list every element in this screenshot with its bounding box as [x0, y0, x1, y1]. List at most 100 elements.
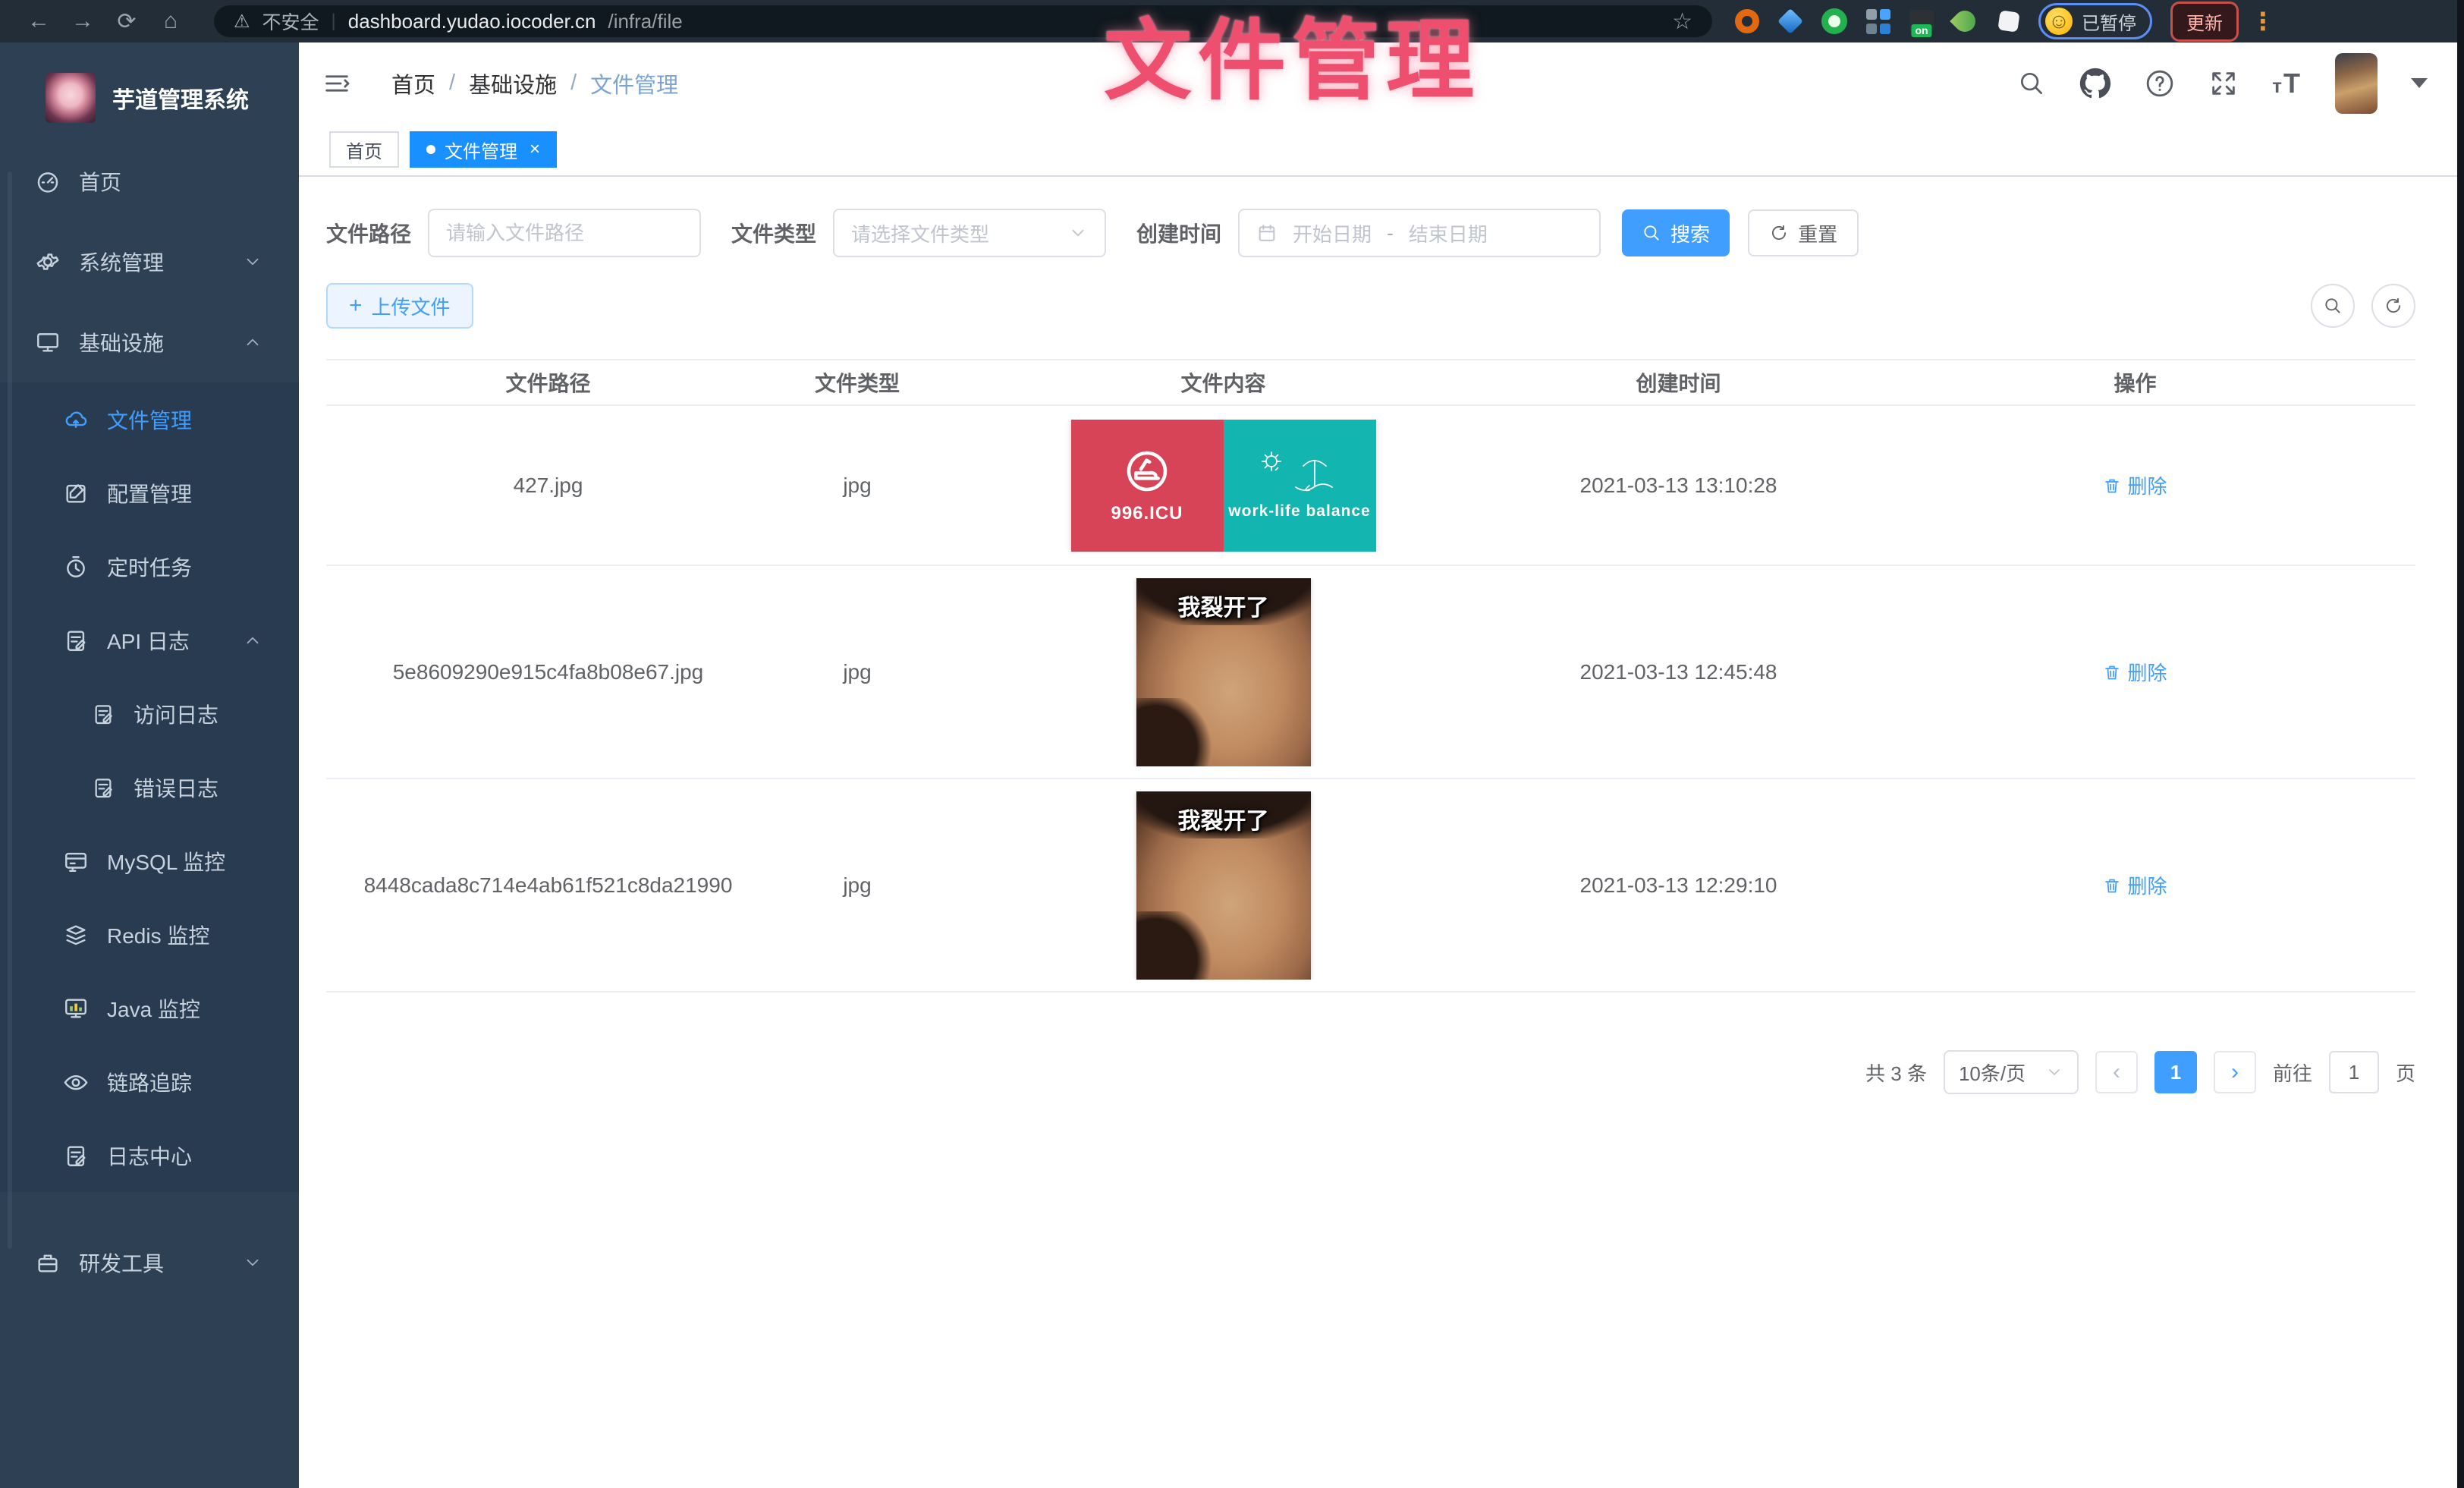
tag-label: 文件管理 — [445, 137, 517, 163]
breadcrumb-separator: / — [449, 71, 455, 96]
gear-extension-icon[interactable] — [1735, 9, 1759, 33]
sidebar-item-log-center[interactable]: 日志中心 — [0, 1118, 299, 1192]
delete-button[interactable]: 删除 — [2103, 871, 2167, 899]
banner-left: 996.ICU — [1071, 420, 1224, 552]
log-icon — [91, 775, 115, 800]
eye-icon — [63, 1069, 89, 1095]
file-preview-meme[interactable]: 我裂开了 — [1136, 578, 1311, 766]
reload-icon[interactable]: ⟳ — [105, 8, 149, 35]
sidebar-scrollbar[interactable] — [8, 171, 12, 1249]
caret-down-icon[interactable] — [2411, 78, 2428, 88]
page-unit-label: 页 — [2396, 1059, 2415, 1087]
goto-page-input[interactable] — [2329, 1051, 2379, 1093]
sidebar-item-system[interactable]: 系统管理 — [0, 222, 299, 302]
drop-extension-icon[interactable] — [1777, 8, 1803, 34]
date-label: 创建时间 — [1136, 218, 1221, 248]
meme-caption: 我裂开了 — [1136, 589, 1311, 622]
help-icon[interactable] — [2145, 68, 2175, 99]
file-preview-meme[interactable]: 我裂开了 — [1136, 791, 1311, 980]
switch-extension-icon[interactable]: on — [1909, 10, 1934, 33]
reset-button[interactable]: 重置 — [1748, 209, 1859, 256]
delete-button[interactable]: 删除 — [2103, 471, 2167, 499]
grid-extension-icon[interactable] — [1865, 8, 1891, 34]
sidebar-item-redis[interactable]: Redis 监控 — [0, 898, 299, 971]
date-range-separator: - — [1387, 222, 1394, 245]
update-button[interactable]: 更新 — [2170, 2, 2239, 42]
search-button[interactable]: 搜索 — [1622, 209, 1730, 256]
tag-home[interactable]: 首页 — [329, 131, 399, 168]
timer-icon — [63, 554, 89, 580]
sidebar-item-config[interactable]: 配置管理 — [0, 456, 299, 530]
bed-clock-icon — [1123, 447, 1171, 495]
leaf-extension-icon[interactable] — [1950, 6, 1980, 36]
refresh-table-button[interactable] — [2371, 284, 2415, 328]
font-size-icon[interactable]: тT — [2272, 68, 2302, 99]
sidebar-item-home[interactable]: 首页 — [0, 141, 299, 222]
puzzle-extension-icon[interactable] — [1997, 10, 2019, 32]
current-page-button[interactable]: 1 — [2154, 1051, 2197, 1093]
file-path-input[interactable] — [446, 222, 683, 245]
breadcrumb-home[interactable]: 首页 — [391, 68, 435, 99]
sidebar: 芋道管理系统 首页 系统管理 基础设施 — [0, 42, 299, 1488]
total-count: 共 3 条 — [1865, 1059, 1927, 1087]
upload-file-button[interactable]: + 上传文件 — [326, 283, 473, 329]
file-type-select[interactable]: 请选择文件类型 — [833, 209, 1106, 257]
col-header-path: 文件路径 — [326, 367, 770, 398]
tags-view-bar: 首页 文件管理 × — [299, 124, 2464, 177]
sidebar-item-devtools[interactable]: 研发工具 — [0, 1222, 299, 1303]
user-avatar[interactable] — [2335, 53, 2378, 114]
select-placeholder: 请选择文件类型 — [851, 219, 989, 247]
security-label[interactable]: 不安全 — [262, 8, 319, 35]
forward-icon[interactable]: → — [61, 8, 105, 34]
home-icon[interactable]: ⌂ — [149, 8, 193, 34]
page-size-select[interactable]: 10条/页 — [1944, 1050, 2079, 1094]
bookmark-star-icon[interactable]: ☆ — [1672, 8, 1692, 35]
hamburger-icon[interactable] — [322, 68, 352, 99]
app-logo[interactable]: 芋道管理系统 — [0, 42, 299, 134]
fullscreen-icon[interactable] — [2208, 68, 2239, 99]
sidebar-item-file-manage[interactable]: 文件管理 — [0, 382, 299, 456]
github-icon[interactable] — [2079, 68, 2111, 99]
sidebar-item-label: 访问日志 — [134, 699, 218, 729]
path-label: 文件路径 — [326, 218, 411, 248]
page-content: 文件路径 文件类型 请选择文件类型 创建时间 开始日期 - 结束日期 — [299, 177, 2464, 1094]
trash-icon — [2103, 477, 2121, 495]
edit-icon — [63, 480, 89, 506]
next-page-button[interactable]: › — [2214, 1051, 2256, 1093]
table-row: 8448cada8c714e4ab61f521c8da21990 jpg 我裂开… — [326, 779, 2415, 993]
top-navbar: 首页 / 基础设施 / 文件管理 тT — [299, 42, 2464, 124]
sidebar-item-infra[interactable]: 基础设施 — [0, 302, 299, 382]
sidebar-item-job[interactable]: 定时任务 — [0, 530, 299, 603]
date-range-picker[interactable]: 开始日期 - 结束日期 — [1238, 209, 1601, 257]
delete-button[interactable]: 删除 — [2103, 658, 2167, 686]
tag-label: 首页 — [346, 137, 382, 163]
sidebar-item-access-log[interactable]: 访问日志 — [0, 677, 299, 750]
paused-label: 已暂停 — [2082, 8, 2136, 35]
back-icon[interactable]: ← — [17, 8, 61, 34]
sidebar-item-label: 基础设施 — [79, 327, 164, 357]
url-domain[interactable]: dashboard.yudao.iocoder.cn — [348, 10, 596, 33]
sidebar-item-error-log[interactable]: 错误日志 — [0, 750, 299, 824]
browser-menu-icon[interactable]: ⋮ — [2251, 7, 2275, 36]
not-secure-warning-icon: ⚠ — [234, 11, 250, 33]
tag-file-manage[interactable]: 文件管理 × — [410, 131, 557, 168]
sidebar-item-tracing[interactable]: 链路追踪 — [0, 1045, 299, 1118]
sidebar-item-mysql[interactable]: MySQL 监控 — [0, 824, 299, 898]
col-header-content: 文件内容 — [944, 367, 1502, 398]
address-bar[interactable]: ⚠ 不安全 | dashboard.yudao.iocoder.cn /infr… — [214, 5, 1712, 37]
toggle-search-button[interactable] — [2311, 284, 2355, 328]
breadcrumb-infra[interactable]: 基础设施 — [469, 68, 557, 99]
prev-page-button[interactable]: ‹ — [2095, 1051, 2138, 1093]
close-icon[interactable]: × — [530, 139, 540, 160]
profile-paused-badge[interactable]: ☺ 已暂停 — [2038, 3, 2152, 39]
col-header-action: 操作 — [1855, 367, 2415, 398]
table-toolbar: + 上传文件 — [326, 283, 2415, 329]
sidebar-item-label: 研发工具 — [79, 1247, 164, 1278]
sidebar-item-java[interactable]: Java 监控 — [0, 971, 299, 1045]
file-preview-996icu[interactable]: 996.ICU work-life balance — [1071, 420, 1376, 552]
url-path[interactable]: /infra/file — [608, 10, 682, 33]
sidebar-item-api-log[interactable]: API 日志 — [0, 603, 299, 677]
green-check-extension-icon[interactable] — [1821, 8, 1847, 34]
chevron-down-icon — [1068, 223, 1088, 243]
search-icon[interactable] — [2017, 69, 2046, 98]
